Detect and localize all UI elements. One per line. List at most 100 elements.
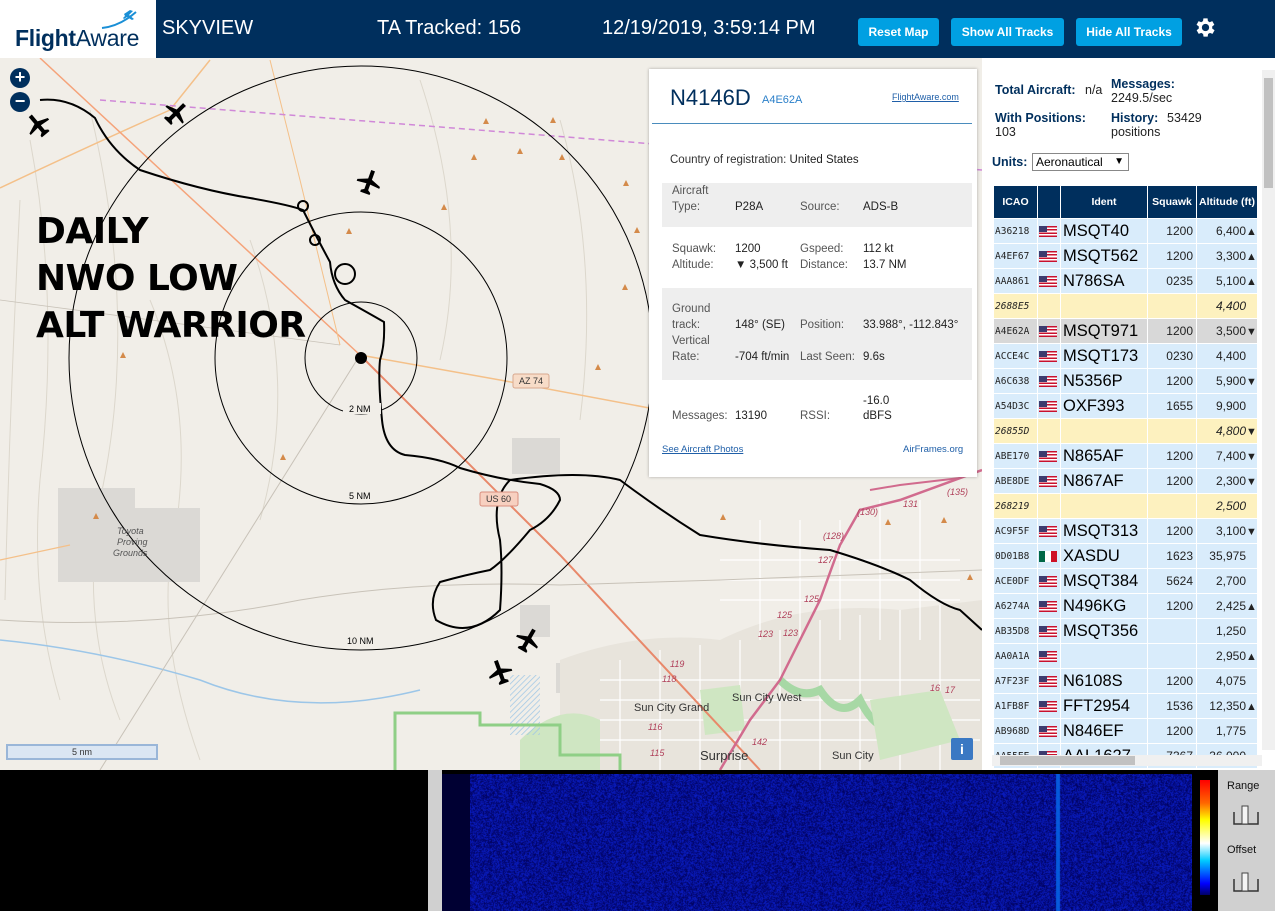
cell-icao: ACCE4C [994,344,1037,368]
col-squawk[interactable]: Squawk [1148,186,1196,218]
gear-icon[interactable] [1193,15,1218,40]
cell-flag [1038,669,1060,693]
route-number: (128) [823,531,844,541]
detail-vertical-rate: -704 ft/min [735,351,790,363]
table-row[interactable]: A4EF67 MSQT562 1200 3,300▲ [994,244,1257,268]
cell-icao: 0D01B8 [994,544,1037,568]
cell-squawk: 1200 [1148,244,1196,268]
col-altitude[interactable]: Altitude (ft) [1197,186,1257,218]
us-flag-icon [1039,676,1057,688]
flightaware-logo[interactable]: FlightAware [0,0,156,58]
scrollbar-thumb[interactable] [1264,78,1273,188]
us-flag-icon [1039,576,1057,588]
zoom-in-button[interactable]: + [10,68,30,88]
cell-ident: N867AF [1061,469,1147,493]
col-flag[interactable] [1038,186,1060,218]
table-row[interactable]: A6274A N496KG 1200 2,425▲ [994,594,1257,618]
waterfall-margin [442,774,470,911]
cell-ident: N846EF [1061,719,1147,743]
cell-squawk: 1536 [1148,694,1196,718]
app-title: SKYVIEW [162,17,254,39]
aircraft-icon [356,170,380,195]
hide-all-tracks-button[interactable]: Hide All Tracks [1076,18,1182,46]
info-button[interactable]: i [951,738,973,760]
cell-squawk [1148,294,1196,318]
table-row[interactable]: ABE8DE N867AF 1200 2,300▼ [994,469,1257,493]
route-number: 16 [930,683,940,693]
table-row[interactable]: A36218 MSQT40 1200 6,400▲ [994,219,1257,243]
cell-squawk: 1200 [1148,469,1196,493]
detail-label: Rate: [672,351,700,363]
col-icao[interactable]: ICAO [994,186,1037,218]
table-row[interactable]: AB968D N846EF 1200 1,775 [994,719,1257,743]
overlay-line: DAILY [36,211,149,252]
detail-label: Squawk: [672,243,717,255]
table-row[interactable]: ABE170 N865AF 1200 7,400▼ [994,444,1257,468]
table-row[interactable]: ACE0DF MSQT384 5624 2,700 [994,569,1257,593]
table-row[interactable]: 268219 2,500 [994,494,1257,518]
table-row[interactable]: A7F23F N6108S 1200 4,075 [994,669,1257,693]
table-row[interactable]: 0D01B8 XASDU 1623 35,975 [994,544,1257,568]
table-row[interactable]: A1FB8F FFT2954 1536 12,350▲ [994,694,1257,718]
cell-ident: MSQT356 [1061,619,1147,643]
canal [0,639,421,704]
vertical-scrollbar[interactable] [1262,70,1275,750]
us-flag-icon [1039,626,1057,638]
cell-squawk [1148,419,1196,443]
show-all-tracks-button[interactable]: Show All Tracks [951,18,1064,46]
detail-label: Vertical [672,335,710,347]
cell-ident: N865AF [1061,444,1147,468]
cell-icao: A1FB8F [994,694,1037,718]
offset-slider[interactable] [1232,871,1262,895]
history-label: History: [1111,111,1159,125]
cell-icao: A6274A [994,594,1037,618]
table-row[interactable]: AC9F5F MSQT313 1200 3,100▼ [994,519,1257,543]
table-row[interactable]: AAA861 N786SA 0235 5,100▲ [994,269,1257,293]
datetime: 12/19/2019, 3:59:14 PM [602,17,816,39]
cell-altitude: 12,350▲ [1197,694,1257,718]
cell-squawk [1148,619,1196,643]
detail-squawk: 1200 [735,243,761,255]
cell-icao: ACE0DF [994,569,1037,593]
zoom-out-button[interactable]: − [10,92,30,112]
route-number: 115 [650,748,665,758]
us-flag-icon [1039,401,1057,413]
panel-divider[interactable] [428,770,442,911]
detail-block-track: Ground track: 148° (SE) Position: 33.988… [662,288,972,380]
logo-text: FlightAware [15,25,140,51]
cell-altitude: 4,400 [1197,294,1257,318]
reset-map-button[interactable]: Reset Map [858,18,939,46]
table-row[interactable]: 2688E5 4,400 [994,294,1257,318]
cell-flag [1038,294,1060,318]
terrain-lines [4,79,588,761]
table-row[interactable]: A6C638 N5356P 1200 5,900▼ [994,369,1257,393]
us-flag-icon [1039,651,1057,663]
table-row[interactable]: 26855D 4,800▼ [994,419,1257,443]
table-row[interactable]: AA0A1A 2,950▲ [994,644,1257,668]
range-slider[interactable] [1232,804,1262,828]
table-row[interactable]: ACCE4C MSQT173 0230 4,400 [994,344,1257,368]
units-select[interactable]: Aeronautical ▼ [1032,153,1129,171]
cell-squawk: 1200 [1148,594,1196,618]
aircraft-photos-link[interactable]: See Aircraft Photos [662,444,743,455]
cell-flag [1038,519,1060,543]
flightaware-link[interactable]: FlightAware.com [892,92,959,102]
cell-squawk: 1200 [1148,719,1196,743]
cell-flag [1038,444,1060,468]
range-label-5nm: 5 NM [349,491,371,501]
airframes-link[interactable]: AirFrames.org [903,444,963,455]
horizontal-scrollbar[interactable] [992,755,1262,766]
us-flag-icon [1039,726,1057,738]
route-number: 127 [818,555,834,565]
cell-ident: N786SA [1061,269,1147,293]
us-flag-icon [1039,376,1057,388]
table-row[interactable]: A54D3C OXF393 1655 9,900 [994,394,1257,418]
table-row[interactable]: A4E62A MSQT971 1200 3,500▼ [994,319,1257,343]
table-row[interactable]: AB35D8 MSQT356 1,250 [994,619,1257,643]
scrollbar-thumb[interactable] [1000,756,1135,765]
cell-icao: AB35D8 [994,619,1037,643]
cell-squawk [1148,494,1196,518]
place-sun-city-west: Sun City West [732,692,802,704]
col-ident[interactable]: Ident [1061,186,1147,218]
route-number: 142 [752,737,767,747]
